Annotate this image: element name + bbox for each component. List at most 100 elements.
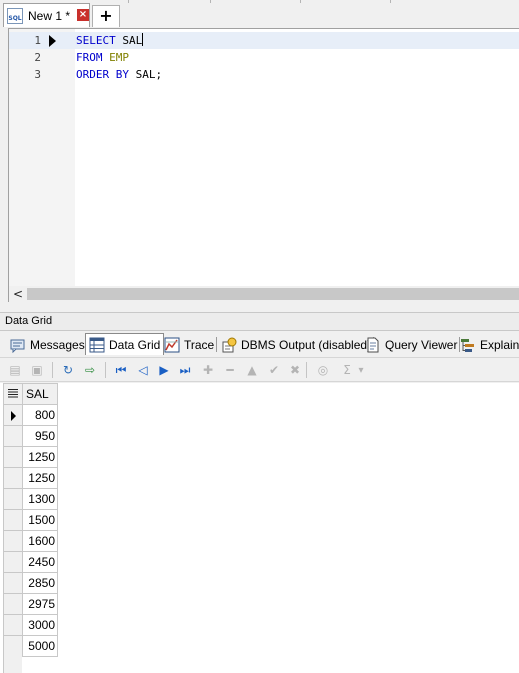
current-row-arrow-icon (10, 410, 16, 421)
table-row[interactable]: 1250 (3, 467, 58, 489)
cell-sal[interactable]: 800 (22, 404, 58, 426)
insert-record-icon[interactable]: ✚ (199, 361, 217, 379)
tab-strip-divider (210, 0, 211, 3)
tab-query-viewer[interactable]: Query Viewer (365, 334, 461, 355)
sum-icon[interactable]: Σ (338, 361, 356, 379)
export-icon[interactable]: ⇨ (81, 361, 99, 379)
last-record-icon[interactable]: ⏭ (176, 361, 194, 379)
tab-messages[interactable]: Messages (10, 334, 88, 355)
cell-sal[interactable]: 1300 (22, 488, 58, 510)
cell-sal[interactable]: 2850 (22, 572, 58, 594)
row-indicator[interactable] (3, 404, 23, 426)
row-indicator[interactable] (3, 425, 23, 447)
sql-file-icon: SQL (7, 7, 23, 24)
row-indicator[interactable] (3, 488, 23, 510)
editor-line[interactable]: 3 ORDER BY SAL; (9, 66, 519, 83)
table-row[interactable]: 2450 (3, 551, 58, 573)
column-header-sal[interactable]: SAL (22, 383, 58, 405)
cancel-edit-icon[interactable]: ✖ (286, 361, 304, 379)
scroll-left-icon[interactable]: < (11, 287, 25, 301)
prior-record-icon[interactable]: ◁ (134, 361, 152, 379)
document-tab-strip: SQL New 1 * × + (0, 0, 519, 28)
sum-dropdown-icon[interactable]: ▾ (356, 361, 366, 379)
table-row[interactable]: 3000 (3, 614, 58, 636)
filter-icon[interactable]: ◎ (314, 361, 332, 379)
cell-sal[interactable]: 3000 (22, 614, 58, 636)
row-indicator[interactable] (3, 593, 23, 615)
data-grid[interactable]: SAL 800 950 1250 1250 1300 1500 1600 2450 2850 29… (0, 383, 519, 673)
cell-sal[interactable]: 2975 (22, 593, 58, 615)
grid-toolbar: ▤ ▣ ↻ ⇨ ⏮ ◁ ▶ ⏭ ✚ ━ ▲ ✔ ✖ ◎ Σ ▾ (0, 357, 519, 382)
tab-trace[interactable]: Trace (164, 334, 218, 355)
cell-sal[interactable]: 950 (22, 425, 58, 447)
line-number: 1 (34, 34, 41, 47)
row-indicator-column (3, 656, 22, 673)
table-row[interactable]: 5000 (3, 635, 58, 657)
delete-record-icon[interactable]: ━ (221, 361, 239, 379)
tab-label: Data Grid (109, 337, 161, 352)
row-indicator[interactable] (3, 467, 23, 489)
tab-label: Explain (480, 337, 519, 352)
edit-record-icon[interactable]: ▲ (243, 361, 261, 379)
tab-data-grid[interactable]: Data Grid (85, 333, 165, 355)
tab-strip-divider (390, 0, 391, 3)
tab-strip-divider (300, 0, 301, 3)
table-row[interactable]: 1250 (3, 446, 58, 468)
table-row[interactable]: 2850 (3, 572, 58, 594)
sql-keyword: ORDER BY (76, 68, 129, 81)
print-icon[interactable]: ▣ (28, 361, 46, 379)
refresh-grid-icon[interactable]: ↻ (59, 361, 77, 379)
close-tab-icon[interactable]: × (77, 9, 89, 21)
toolbar-separator (52, 362, 53, 378)
code-text: ORDER BY SAL; (76, 66, 162, 83)
line-number: 2 (34, 51, 41, 64)
cell-sal[interactable]: 1250 (22, 446, 58, 468)
tab-label: DBMS Output (disabled) (241, 337, 372, 352)
table-row[interactable]: 950 (3, 425, 58, 447)
table-row[interactable]: 800 (3, 404, 58, 426)
tab-strip-divider (128, 0, 129, 3)
sql-editor[interactable]: 1 SELECT SAL 2 FROM EMP 3 ORDER BY SAL; < (8, 28, 519, 302)
row-indicator[interactable] (3, 509, 23, 531)
code-text: SELECT SAL (76, 32, 144, 49)
document-tab-new-1[interactable]: SQL New 1 * × (3, 3, 90, 27)
row-indicator[interactable] (3, 614, 23, 636)
line-number: 3 (34, 68, 41, 81)
grid-menu-icon[interactable] (3, 383, 23, 405)
row-indicator[interactable] (3, 572, 23, 594)
row-indicator[interactable] (3, 635, 23, 657)
first-record-icon[interactable]: ⏮ (112, 361, 130, 379)
table-row[interactable]: 1600 (3, 530, 58, 552)
tab-explain[interactable]: Explain (460, 334, 519, 355)
tab-dbms-output[interactable]: DBMS Output (disabled) (221, 334, 375, 355)
messages-icon (10, 337, 26, 353)
tab-label: Query Viewer (385, 337, 458, 352)
panel-title: Data Grid (0, 312, 519, 331)
scrollbar-thumb[interactable] (27, 288, 519, 300)
editor-line[interactable]: 2 FROM EMP (9, 49, 519, 66)
horizontal-scrollbar[interactable]: < (9, 286, 519, 302)
row-indicator[interactable] (3, 446, 23, 468)
query-viewer-icon (365, 337, 381, 353)
table-row[interactable]: 2975 (3, 593, 58, 615)
row-indicator[interactable] (3, 530, 23, 552)
tab-label: Trace (184, 337, 215, 352)
cell-sal[interactable]: 1250 (22, 467, 58, 489)
cell-sal[interactable]: 1500 (22, 509, 58, 531)
cell-sal[interactable]: 1600 (22, 530, 58, 552)
sql-keyword: SELECT (76, 34, 116, 47)
cell-sal[interactable]: 2450 (22, 551, 58, 573)
next-record-icon[interactable]: ▶ (155, 361, 173, 379)
toolbar-separator (105, 362, 106, 378)
row-indicator[interactable] (3, 551, 23, 573)
table-row[interactable]: 1500 (3, 509, 58, 531)
data-grid-icon (89, 337, 105, 353)
table-row[interactable]: 1300 (3, 488, 58, 510)
cell-sal[interactable]: 5000 (22, 635, 58, 657)
new-tab-button[interactable]: + (92, 5, 120, 27)
editor-line[interactable]: 1 SELECT SAL (9, 32, 519, 49)
post-edit-icon[interactable]: ✔ (265, 361, 283, 379)
current-line-marker-icon (49, 35, 56, 47)
save-icon[interactable]: ▤ (6, 361, 24, 379)
header-row: SAL (3, 383, 58, 405)
